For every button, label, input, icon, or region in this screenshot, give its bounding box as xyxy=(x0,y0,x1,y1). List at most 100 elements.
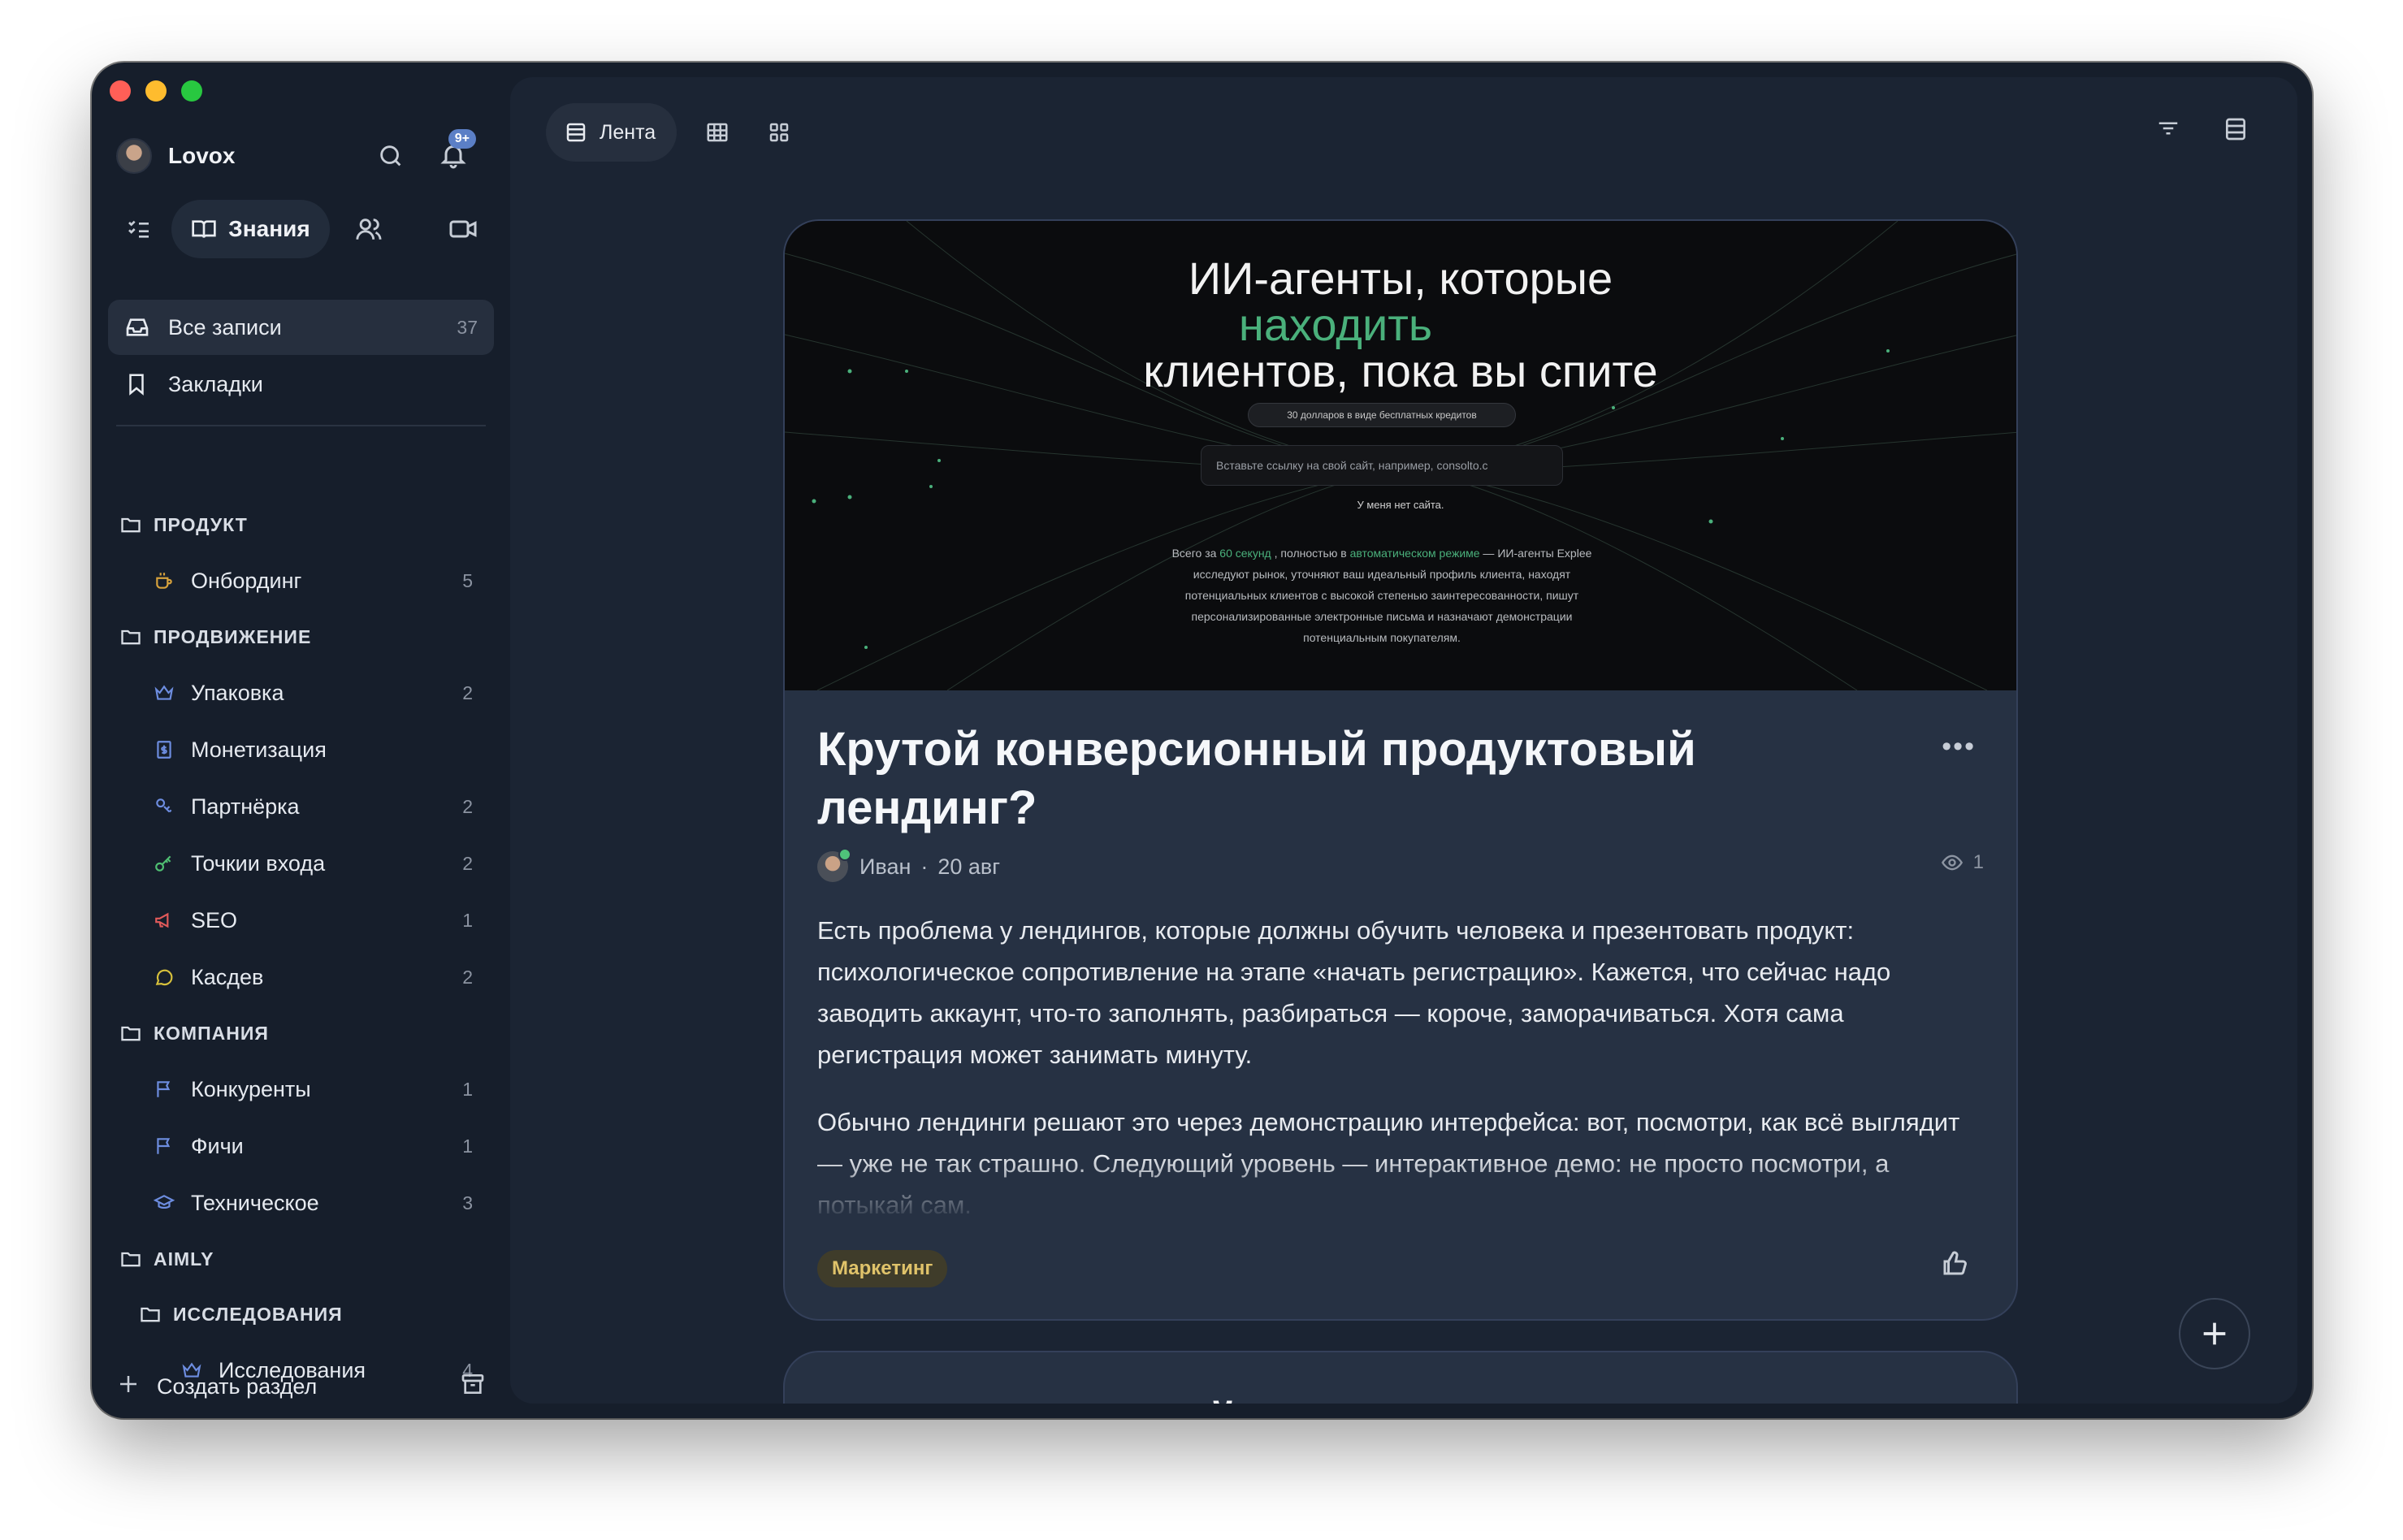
item-count: 3 xyxy=(462,1192,473,1213)
folder-icon xyxy=(119,625,144,648)
chat-bubble-icon xyxy=(152,967,176,988)
video-icon[interactable] xyxy=(440,205,486,253)
sidebar-item-entry-points[interactable]: Точкии входа 2 xyxy=(108,835,494,892)
crown-icon xyxy=(152,682,176,703)
sidebar-item-label: Партнёрка xyxy=(191,794,300,819)
key-icon xyxy=(152,853,176,874)
filter-icon[interactable] xyxy=(2156,116,2180,146)
view-feed-button[interactable]: Лента xyxy=(546,103,678,162)
sidebar-item-label: SEO xyxy=(191,907,238,932)
plus-icon xyxy=(2203,1322,2226,1345)
cover-no-site: У меня нет сайта. xyxy=(1357,499,1444,511)
sidebar-item-monetization[interactable]: Монетизация xyxy=(108,721,494,778)
section-aimly[interactable]: aimly xyxy=(108,1231,494,1287)
sidebar-item-features[interactable]: Фичи 1 xyxy=(108,1118,494,1174)
cover-url-input: Вставьте ссылку на свой сайт, например, … xyxy=(1201,445,1563,486)
views-counter: 1 xyxy=(1941,851,1984,874)
sidebar-item-bookmarks[interactable]: Закладки xyxy=(108,357,494,412)
cover-headline: ИИ-агенты, которые находить клиентов, по… xyxy=(785,255,2016,394)
sidebar-item-onboarding[interactable]: Онбординг 5 xyxy=(108,552,494,609)
mode-knowledge-button[interactable]: Знания xyxy=(171,200,330,258)
section-company[interactable]: компания xyxy=(108,1006,494,1061)
bell-icon[interactable]: 9+ xyxy=(439,129,476,174)
avatar[interactable] xyxy=(116,138,152,174)
next-post-card[interactable]: Лендинг, который начинает делать ценност… xyxy=(783,1351,2018,1404)
item-count: 1 xyxy=(462,1135,473,1157)
sidebar-item-label: Точкии входа xyxy=(191,850,326,876)
megaphone-icon xyxy=(152,910,176,931)
text-fade xyxy=(785,1155,2016,1244)
cover-desc-highlight2: автоматическом режиме xyxy=(1349,547,1480,560)
sidebar-item-seo[interactable]: SEO 1 xyxy=(108,892,494,949)
user-name[interactable]: Lovox xyxy=(168,143,235,169)
views-count: 1 xyxy=(1972,851,1984,873)
feed-icon xyxy=(566,123,586,142)
sidebar-item-partnership[interactable]: Партнёрка 2 xyxy=(108,778,494,835)
post-meta: Иван · 20 авг xyxy=(817,848,1001,882)
section-label: компания xyxy=(154,1022,269,1044)
sidebar-item-custdev[interactable]: Касдев 2 xyxy=(108,949,494,1006)
more-options-icon[interactable]: ••• xyxy=(1942,731,1976,763)
sidebar-item-technical[interactable]: Техническое 3 xyxy=(108,1174,494,1231)
cover-headline-line2: находить xyxy=(1238,299,1433,350)
sidebar-item-label: Фичи xyxy=(191,1133,244,1158)
author-name[interactable]: Иван xyxy=(859,854,911,880)
author-avatar[interactable] xyxy=(817,848,851,882)
add-post-button[interactable] xyxy=(2179,1298,2250,1369)
table-view-icon[interactable] xyxy=(696,111,738,154)
cover-description: Всего за 60 секунд , полностью в автомат… xyxy=(1158,543,1605,648)
people-icon[interactable] xyxy=(346,205,392,253)
next-post-title[interactable]: Лендинг, который начинает делать ценност… xyxy=(820,1393,1873,1404)
cover-headline-line1: ИИ-агенты, которые xyxy=(1188,253,1613,304)
sidebar-item-label: Все записи xyxy=(168,314,282,340)
eye-icon xyxy=(1941,854,1963,871)
post-cover-image: ИИ-агенты, которые находить клиентов, по… xyxy=(785,221,2016,690)
section-label: aimly xyxy=(154,1248,214,1270)
section-research[interactable]: исследования xyxy=(108,1287,494,1342)
post-paragraph: Есть проблема у лендингов, которые должн… xyxy=(817,916,1891,1069)
item-count: 1 xyxy=(462,1078,473,1100)
item-count: 2 xyxy=(462,681,473,703)
sidebar-item-label: Онбординг xyxy=(191,568,302,593)
tasks-icon[interactable] xyxy=(116,205,162,253)
sidebar-item-competitors[interactable]: Конкуренты 1 xyxy=(108,1061,494,1118)
toolbar-right xyxy=(2156,116,2249,146)
sidebar-item-packaging[interactable]: Упаковка 2 xyxy=(108,664,494,721)
folder-icon xyxy=(119,1248,144,1270)
section-product[interactable]: продукт xyxy=(108,497,494,552)
sidebar-header: Lovox 9+ xyxy=(116,128,486,184)
grid-view-icon[interactable] xyxy=(758,111,800,154)
app-window: Lovox 9+ Знания Все записи 37 Закладки П… xyxy=(92,63,2312,1418)
archive-icon[interactable] xyxy=(460,1371,486,1403)
cover-desc-post: — ИИ-агенты Explee исследуют рынок, уточ… xyxy=(1184,547,1592,644)
meta-separator: · xyxy=(920,854,929,879)
grad-cap-icon xyxy=(152,1192,176,1213)
search-icon[interactable] xyxy=(377,142,405,174)
flag-icon xyxy=(152,1136,176,1157)
section-label: продвижение xyxy=(154,625,312,647)
bookmark-icon xyxy=(124,372,154,396)
sidebar-item-label: Закладки xyxy=(168,371,263,396)
sidebar-item-all-records[interactable]: Все записи 37 xyxy=(108,300,494,355)
folder-icon xyxy=(119,513,144,536)
create-section-button[interactable]: Создать раздел xyxy=(157,1374,460,1399)
folder-icon xyxy=(139,1303,163,1326)
notification-badge: 9+ xyxy=(448,129,476,149)
cover-desc-highlight1: 60 секунд xyxy=(1219,547,1271,560)
item-count: 5 xyxy=(462,569,473,591)
plus-icon[interactable] xyxy=(116,1372,141,1402)
like-icon[interactable] xyxy=(1940,1249,1969,1283)
sidebar-item-label: Касдев xyxy=(191,964,264,989)
post-date: 20 авг xyxy=(937,854,1001,879)
sidebar: Lovox 9+ Знания Все записи 37 Закладки П… xyxy=(92,63,510,1418)
mode-knowledge-label: Знания xyxy=(228,216,310,241)
post-title[interactable]: Крутой конверсионный продуктовый лендинг… xyxy=(817,720,1792,837)
panel-icon[interactable] xyxy=(2223,116,2249,146)
inbox-icon xyxy=(124,314,154,340)
invoice-icon xyxy=(152,739,176,760)
post-card[interactable]: ИИ-агенты, которые находить клиентов, по… xyxy=(783,219,2018,1321)
section-label: исследования xyxy=(173,1303,343,1325)
section-promotion[interactable]: продвижение xyxy=(108,609,494,664)
cover-desc-mid: , полностью в xyxy=(1271,547,1350,560)
tag-badge[interactable]: Маркетинг xyxy=(817,1250,948,1287)
